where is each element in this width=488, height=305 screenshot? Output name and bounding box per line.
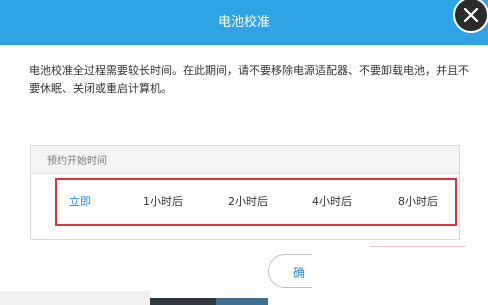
- option-8-hours[interactable]: 8小时后: [398, 193, 438, 209]
- confirm-button-label: 确: [293, 266, 306, 280]
- occlusion-area: [312, 246, 488, 305]
- close-button[interactable]: [453, 0, 488, 33]
- dialog-title: 电池校准: [217, 15, 270, 30]
- schedule-panel-header: 预约开始时间: [31, 146, 459, 174]
- option-2-hours[interactable]: 2小时后: [228, 193, 268, 209]
- close-icon: [464, 8, 478, 22]
- option-1-hour[interactable]: 1小时后: [143, 193, 183, 209]
- decorative-stripe: [370, 246, 466, 247]
- taskbar-fragment: [150, 298, 216, 305]
- taskbar-fragment-blue: [216, 298, 268, 305]
- option-now[interactable]: 立即: [69, 193, 91, 209]
- schedule-header-label: 预约开始时间: [47, 156, 107, 167]
- option-4-hours[interactable]: 4小时后: [312, 193, 352, 209]
- background-strip: [0, 291, 150, 305]
- calibration-description: 电池校准全过程需要较长时间。在此期间，请不要移除电源适配器、不要卸载电池，并且不…: [29, 64, 469, 95]
- battery-calibration-dialog: 电池校准 电池校准全过程需要较长时间。在此期间，请不要移除电源适配器、不要卸载电…: [0, 0, 488, 305]
